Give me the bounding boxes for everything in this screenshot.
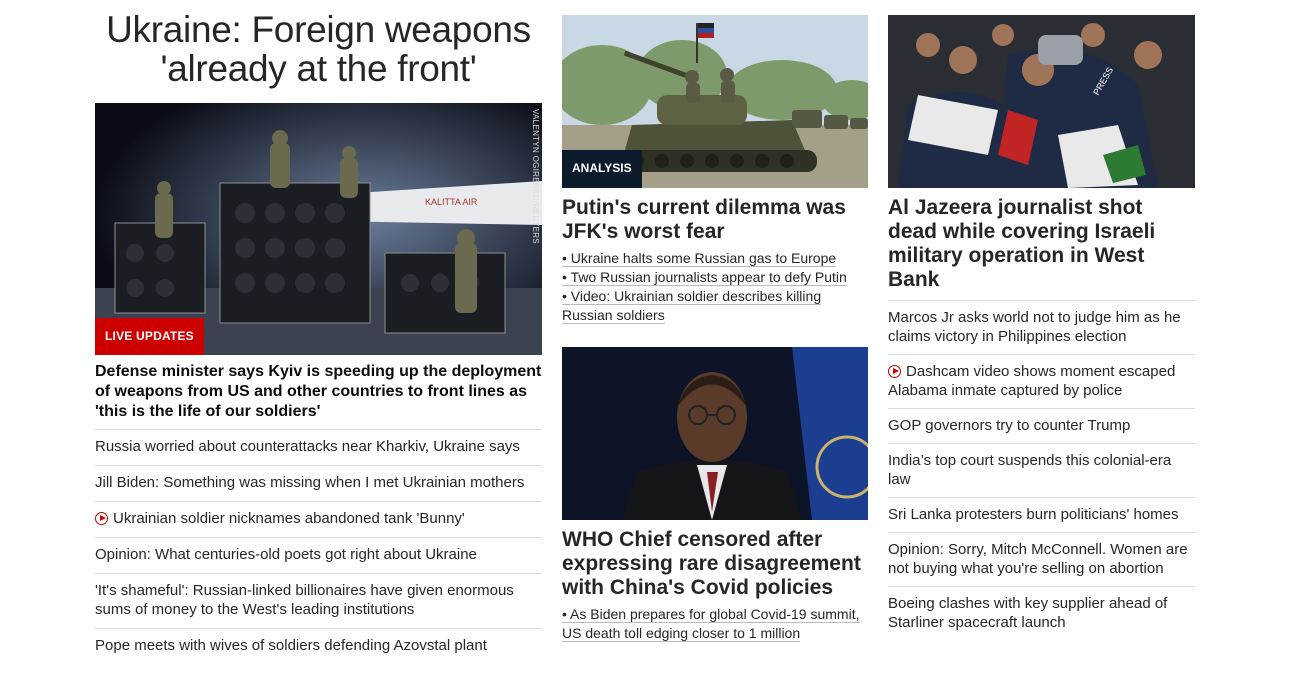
link-text[interactable]: Pope meets with wives of soldiers defend… [95, 637, 487, 654]
link-text[interactable]: 'It's shameful': Russian-linked billiona… [95, 582, 514, 618]
list-item[interactable]: Opinion: Sorry, Mitch McConnell. Women a… [888, 533, 1195, 587]
right-links-list: Marcos Jr asks world not to judge him as… [888, 300, 1195, 640]
lead-story-column: Ukraine: Foreign weapons 'already at the… [95, 10, 542, 664]
list-item[interactable]: Marcos Jr asks world not to judge him as… [888, 301, 1195, 355]
putin-related-bullets: • Ukraine halts some Russian gas to Euro… [562, 249, 868, 325]
bullet-link[interactable]: • As Biden prepares for global Covid-19 … [562, 605, 868, 643]
link-text[interactable]: Opinion: What centuries-old poets got ri… [95, 546, 477, 563]
list-item[interactable]: Dashcam video shows moment escaped Alaba… [888, 355, 1195, 409]
journalist-funeral-photo: PRESS [888, 15, 1195, 188]
journalist-image[interactable]: PRESS [888, 15, 1195, 188]
right-column: PRESS Al Jazeera journalist shot dead wh… [888, 15, 1195, 640]
list-item[interactable]: Pope meets with wives of soldiers defend… [95, 629, 542, 664]
list-item[interactable]: Russia worried about counterattacks near… [95, 430, 542, 466]
link-text[interactable]: Sri Lanka protesters burn politicians' h… [888, 506, 1179, 523]
link-text[interactable]: GOP governors try to counter Trump [888, 417, 1130, 434]
list-item[interactable]: 'It's shameful': Russian-linked billiona… [95, 574, 542, 629]
plane-livery-text: KALITTA AIR [425, 197, 478, 207]
list-item[interactable]: Ukrainian soldier nicknames abandoned ta… [95, 502, 542, 538]
story-headline-jazeera[interactable]: Al Jazeera journalist shot dead while co… [888, 196, 1195, 292]
photo-credit: VALENTYN OGIRENKO/REUTERS [531, 109, 540, 244]
link-text[interactable]: Opinion: Sorry, Mitch McConnell. Women a… [888, 541, 1188, 577]
link-text[interactable]: Russia worried about counterattacks near… [95, 438, 520, 455]
bullet-link[interactable]: • Two Russian journalists appear to defy… [562, 268, 868, 287]
link-text[interactable]: Marcos Jr asks world not to judge him as… [888, 309, 1181, 345]
link-text[interactable]: Ukrainian soldier nicknames abandoned ta… [113, 510, 465, 527]
link-text[interactable]: Dashcam video shows moment escaped Alaba… [888, 363, 1175, 399]
link-text[interactable]: India’s top court suspends this colonial… [888, 452, 1171, 488]
list-item[interactable]: GOP governors try to counter Trump [888, 409, 1195, 444]
bullet-link-text[interactable]: • Two Russian journalists appear to defy… [562, 269, 847, 286]
related-links-list: Russia worried about counterattacks near… [95, 429, 542, 664]
lead-headline[interactable]: Ukraine: Foreign weapons 'already at the… [95, 10, 542, 94]
list-item[interactable]: Boeing clashes with key supplier ahead o… [888, 587, 1195, 640]
lead-description[interactable]: Defense minister says Kyiv is speeding u… [95, 362, 542, 422]
who-chief-photo [562, 347, 868, 520]
analysis-badge[interactable]: ANALYSIS [562, 150, 642, 188]
bullet-link-text[interactable]: • Video: Ukrainian soldier describes kil… [562, 288, 822, 324]
bullet-link[interactable]: • Ukraine halts some Russian gas to Euro… [562, 249, 868, 268]
who-related-bullets: • As Biden prepares for global Covid-19 … [562, 605, 868, 643]
link-text[interactable]: Jill Biden: Something was missing when I… [95, 474, 524, 491]
list-item[interactable]: Sri Lanka protesters burn politicians' h… [888, 498, 1195, 533]
list-item[interactable]: India’s top court suspends this colonial… [888, 444, 1195, 498]
play-video-icon [888, 365, 901, 378]
bullet-link-text[interactable]: • Ukraine halts some Russian gas to Euro… [562, 250, 837, 267]
list-item[interactable]: Jill Biden: Something was missing when I… [95, 466, 542, 502]
live-updates-badge[interactable]: LIVE UPDATES [95, 318, 204, 355]
story-headline-putin[interactable]: Putin's current dilemma was JFK's worst … [562, 196, 868, 244]
bullet-link[interactable]: • Video: Ukrainian soldier describes kil… [562, 287, 868, 325]
list-item[interactable]: Opinion: What centuries-old poets got ri… [95, 538, 542, 574]
lead-image[interactable]: KALITTA AIR VALENTYN OGIRENKO/REUTERS LI… [95, 103, 542, 355]
bullet-link-text[interactable]: • As Biden prepares for global Covid-19 … [562, 606, 860, 642]
link-text[interactable]: Boeing clashes with key supplier ahead o… [888, 595, 1167, 631]
play-video-icon [95, 512, 108, 525]
middle-column: ANALYSIS Putin's current dilemma was JFK… [562, 15, 868, 643]
story-headline-who[interactable]: WHO Chief censored after expressing rare… [562, 528, 868, 600]
who-chief-image[interactable] [562, 347, 868, 520]
tank-image[interactable]: ANALYSIS [562, 15, 868, 188]
